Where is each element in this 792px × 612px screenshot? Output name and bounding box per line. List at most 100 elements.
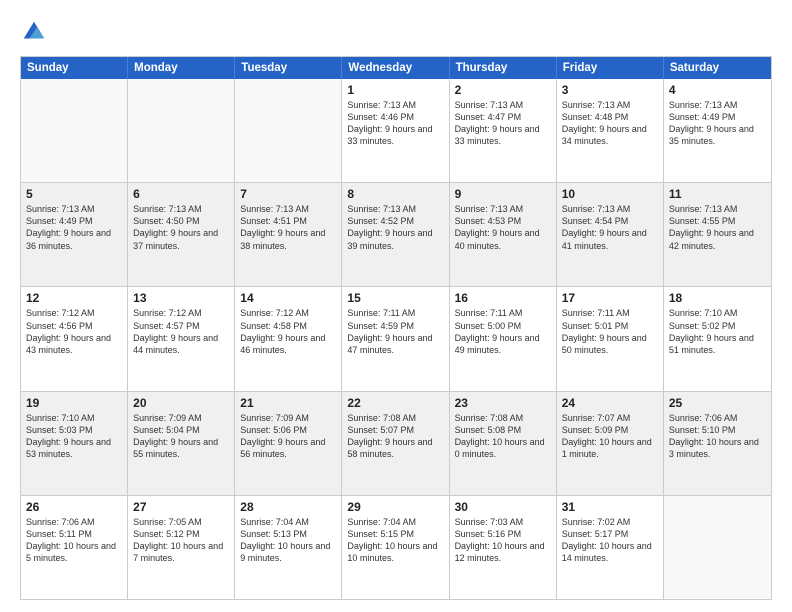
day-cell-18: 18 Sunrise: 7:10 AMSunset: 5:02 PMDayligh…	[664, 287, 771, 390]
day-cell-1: 1 Sunrise: 7:13 AMSunset: 4:46 PMDaylight…	[342, 79, 449, 182]
day-number: 8	[347, 187, 443, 201]
day-info: Sunrise: 7:13 AMSunset: 4:46 PMDaylight:…	[347, 99, 443, 148]
weekday-header-thursday: Thursday	[450, 57, 557, 79]
day-number: 11	[669, 187, 766, 201]
day-info: Sunrise: 7:04 AMSunset: 5:13 PMDaylight:…	[240, 516, 336, 565]
empty-cell-4-6	[664, 496, 771, 599]
day-number: 7	[240, 187, 336, 201]
day-number: 25	[669, 396, 766, 410]
day-info: Sunrise: 7:06 AMSunset: 5:10 PMDaylight:…	[669, 412, 766, 461]
day-number: 21	[240, 396, 336, 410]
day-cell-8: 8 Sunrise: 7:13 AMSunset: 4:52 PMDaylight…	[342, 183, 449, 286]
day-info: Sunrise: 7:09 AMSunset: 5:06 PMDaylight:…	[240, 412, 336, 461]
day-info: Sunrise: 7:07 AMSunset: 5:09 PMDaylight:…	[562, 412, 658, 461]
day-number: 20	[133, 396, 229, 410]
day-info: Sunrise: 7:13 AMSunset: 4:47 PMDaylight:…	[455, 99, 551, 148]
day-cell-3: 3 Sunrise: 7:13 AMSunset: 4:48 PMDaylight…	[557, 79, 664, 182]
day-info: Sunrise: 7:12 AMSunset: 4:56 PMDaylight:…	[26, 307, 122, 356]
day-cell-19: 19Sunrise: 7:10 AMSunset: 5:03 PMDayligh…	[21, 392, 128, 495]
calendar-body: 1 Sunrise: 7:13 AMSunset: 4:46 PMDaylight…	[21, 79, 771, 599]
day-number: 13	[133, 291, 229, 305]
day-number: 9	[455, 187, 551, 201]
day-number: 26	[26, 500, 122, 514]
day-number: 1	[347, 83, 443, 97]
day-number: 27	[133, 500, 229, 514]
day-cell-28: 28 Sunrise: 7:04 AMSunset: 5:13 PMDayligh…	[235, 496, 342, 599]
weekday-header-friday: Friday	[557, 57, 664, 79]
day-number: 3	[562, 83, 658, 97]
day-number: 4	[669, 83, 766, 97]
day-cell-16: 16 Sunrise: 7:11 AMSunset: 5:00 PMDayligh…	[450, 287, 557, 390]
day-cell-10: 10 Sunrise: 7:13 AMSunset: 4:54 PMDayligh…	[557, 183, 664, 286]
day-info: Sunrise: 7:10 AMSunset: 5:02 PMDaylight:…	[669, 307, 766, 356]
day-info: Sunrise: 7:06 AMSunset: 5:11 PMDaylight:…	[26, 516, 122, 565]
day-info: Sunrise: 7:03 AMSunset: 5:16 PMDaylight:…	[455, 516, 551, 565]
day-info: Sunrise: 7:13 AMSunset: 4:53 PMDaylight:…	[455, 203, 551, 252]
logo-icon	[20, 18, 48, 46]
day-cell-17: 17 Sunrise: 7:11 AMSunset: 5:01 PMDayligh…	[557, 287, 664, 390]
day-cell-14: 14Sunrise: 7:12 AMSunset: 4:58 PMDayligh…	[235, 287, 342, 390]
day-cell-25: 25 Sunrise: 7:06 AMSunset: 5:10 PMDayligh…	[664, 392, 771, 495]
day-number: 23	[455, 396, 551, 410]
day-info: Sunrise: 7:08 AMSunset: 5:08 PMDaylight:…	[455, 412, 551, 461]
day-info: Sunrise: 7:13 AMSunset: 4:54 PMDaylight:…	[562, 203, 658, 252]
day-cell-23: 23 Sunrise: 7:08 AMSunset: 5:08 PMDayligh…	[450, 392, 557, 495]
empty-cell-0-2	[235, 79, 342, 182]
empty-cell-0-1	[128, 79, 235, 182]
day-info: Sunrise: 7:02 AMSunset: 5:17 PMDaylight:…	[562, 516, 658, 565]
day-info: Sunrise: 7:11 AMSunset: 4:59 PMDaylight:…	[347, 307, 443, 356]
weekday-header-monday: Monday	[128, 57, 235, 79]
day-number: 24	[562, 396, 658, 410]
day-cell-27: 27 Sunrise: 7:05 AMSunset: 5:12 PMDayligh…	[128, 496, 235, 599]
day-number: 28	[240, 500, 336, 514]
day-info: Sunrise: 7:13 AMSunset: 4:55 PMDaylight:…	[669, 203, 766, 252]
day-cell-15: 15 Sunrise: 7:11 AMSunset: 4:59 PMDayligh…	[342, 287, 449, 390]
day-cell-20: 20 Sunrise: 7:09 AMSunset: 5:04 PMDayligh…	[128, 392, 235, 495]
day-info: Sunrise: 7:13 AMSunset: 4:51 PMDaylight:…	[240, 203, 336, 252]
logo	[20, 18, 52, 46]
calendar: SundayMondayTuesdayWednesdayThursdayFrid…	[20, 56, 772, 600]
day-number: 17	[562, 291, 658, 305]
day-cell-24: 24 Sunrise: 7:07 AMSunset: 5:09 PMDayligh…	[557, 392, 664, 495]
day-number: 10	[562, 187, 658, 201]
day-info: Sunrise: 7:04 AMSunset: 5:15 PMDaylight:…	[347, 516, 443, 565]
day-info: Sunrise: 7:13 AMSunset: 4:50 PMDaylight:…	[133, 203, 229, 252]
day-cell-13: 13Sunrise: 7:12 AMSunset: 4:57 PMDayligh…	[128, 287, 235, 390]
empty-cell-0-0	[21, 79, 128, 182]
day-cell-5: 5 Sunrise: 7:13 AMSunset: 4:49 PMDaylight…	[21, 183, 128, 286]
day-info: Sunrise: 7:05 AMSunset: 5:12 PMDaylight:…	[133, 516, 229, 565]
day-number: 15	[347, 291, 443, 305]
day-cell-11: 11 Sunrise: 7:13 AMSunset: 4:55 PMDayligh…	[664, 183, 771, 286]
day-info: Sunrise: 7:11 AMSunset: 5:00 PMDaylight:…	[455, 307, 551, 356]
day-number: 18	[669, 291, 766, 305]
day-cell-29: 29 Sunrise: 7:04 AMSunset: 5:15 PMDayligh…	[342, 496, 449, 599]
day-info: Sunrise: 7:13 AMSunset: 4:52 PMDaylight:…	[347, 203, 443, 252]
day-number: 22	[347, 396, 443, 410]
day-cell-30: 30 Sunrise: 7:03 AMSunset: 5:16 PMDayligh…	[450, 496, 557, 599]
day-info: Sunrise: 7:11 AMSunset: 5:01 PMDaylight:…	[562, 307, 658, 356]
weekday-header-sunday: Sunday	[21, 57, 128, 79]
calendar-row-4: 26 Sunrise: 7:06 AMSunset: 5:11 PMDayligh…	[21, 495, 771, 599]
day-info: Sunrise: 7:13 AMSunset: 4:48 PMDaylight:…	[562, 99, 658, 148]
day-number: 12	[26, 291, 122, 305]
day-number: 16	[455, 291, 551, 305]
weekday-header-saturday: Saturday	[664, 57, 771, 79]
day-cell-12: 12 Sunrise: 7:12 AMSunset: 4:56 PMDayligh…	[21, 287, 128, 390]
day-cell-9: 9 Sunrise: 7:13 AMSunset: 4:53 PMDaylight…	[450, 183, 557, 286]
weekday-header-wednesday: Wednesday	[342, 57, 449, 79]
day-number: 2	[455, 83, 551, 97]
day-number: 31	[562, 500, 658, 514]
day-cell-6: 6Sunrise: 7:13 AMSunset: 4:50 PMDaylight…	[128, 183, 235, 286]
calendar-row-3: 19Sunrise: 7:10 AMSunset: 5:03 PMDayligh…	[21, 391, 771, 495]
day-cell-31: 31 Sunrise: 7:02 AMSunset: 5:17 PMDayligh…	[557, 496, 664, 599]
day-info: Sunrise: 7:08 AMSunset: 5:07 PMDaylight:…	[347, 412, 443, 461]
calendar-row-2: 12 Sunrise: 7:12 AMSunset: 4:56 PMDayligh…	[21, 286, 771, 390]
day-info: Sunrise: 7:13 AMSunset: 4:49 PMDaylight:…	[26, 203, 122, 252]
day-cell-7: 7 Sunrise: 7:13 AMSunset: 4:51 PMDaylight…	[235, 183, 342, 286]
day-info: Sunrise: 7:09 AMSunset: 5:04 PMDaylight:…	[133, 412, 229, 461]
day-cell-4: 4 Sunrise: 7:13 AMSunset: 4:49 PMDaylight…	[664, 79, 771, 182]
day-number: 30	[455, 500, 551, 514]
day-number: 5	[26, 187, 122, 201]
day-number: 29	[347, 500, 443, 514]
day-info: Sunrise: 7:13 AMSunset: 4:49 PMDaylight:…	[669, 99, 766, 148]
